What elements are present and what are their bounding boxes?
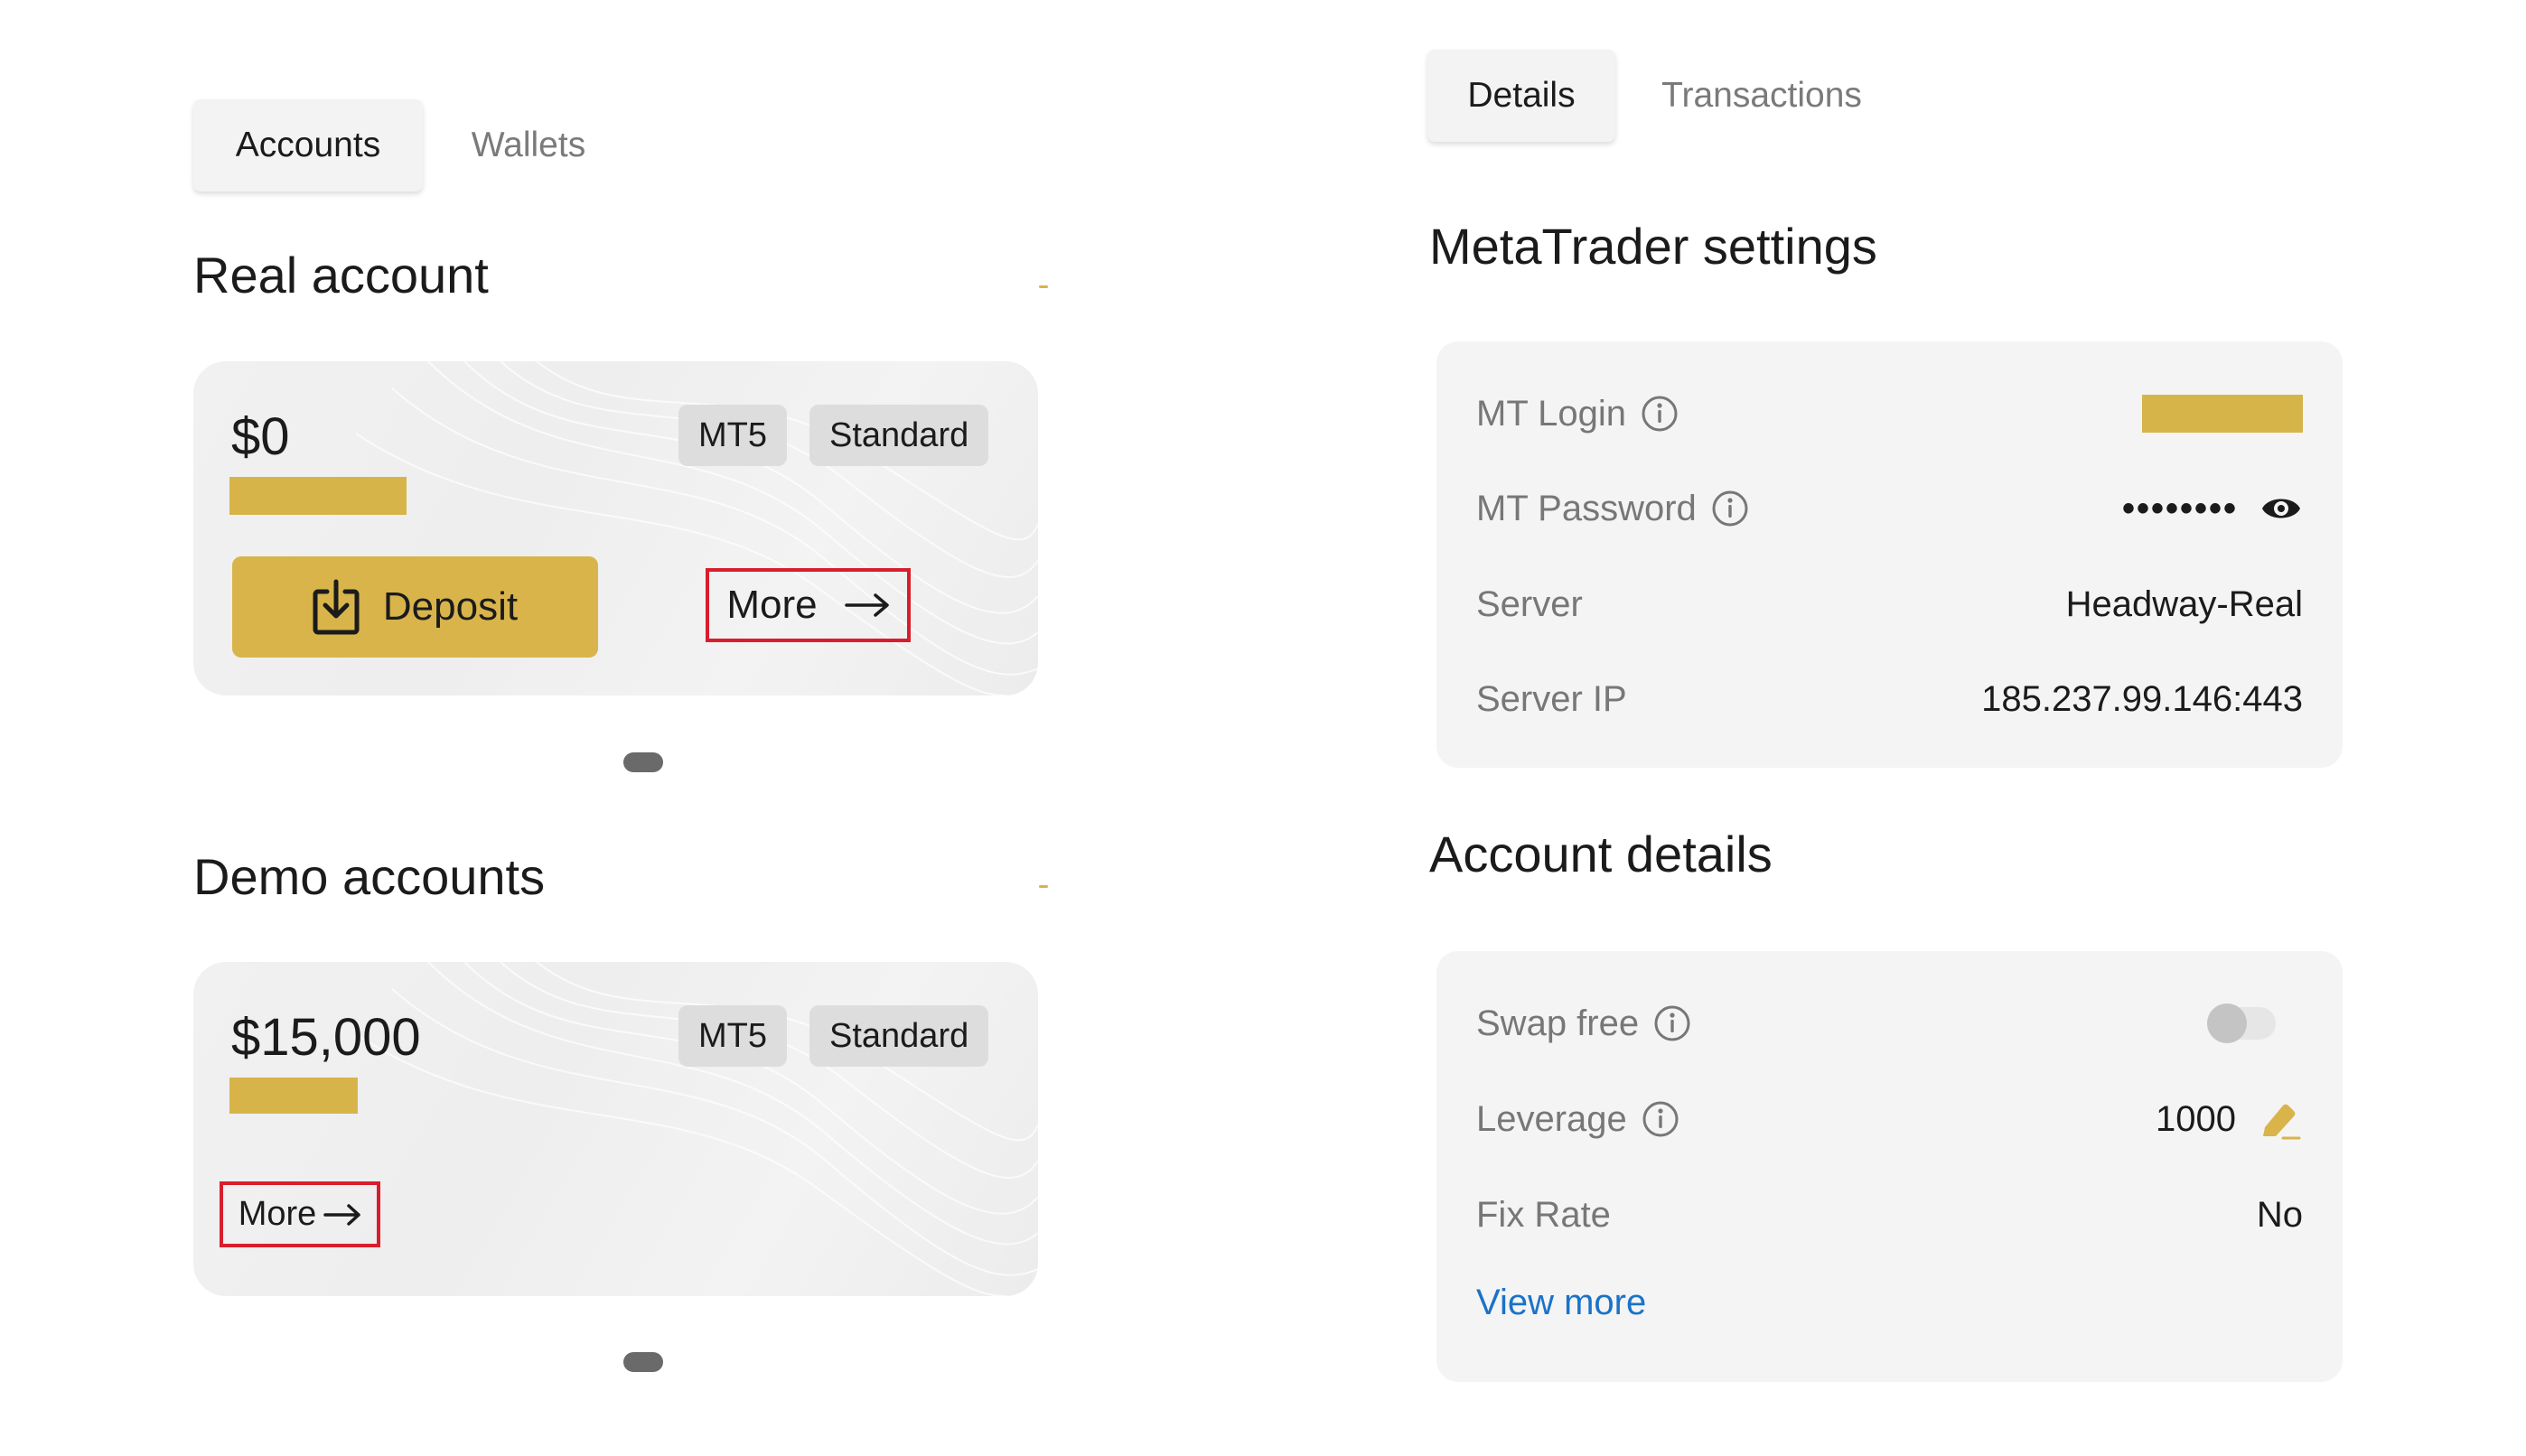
platform-chip: MT5 [678, 1005, 787, 1067]
account-type-chip: Standard [809, 405, 989, 466]
platform-chip-label: MT5 [698, 415, 767, 454]
info-icon[interactable] [1653, 1004, 1691, 1042]
deposit-button-label: Deposit [382, 584, 519, 629]
view-more-link[interactable]: View more [1476, 1283, 1646, 1323]
demo-pager-dot[interactable] [623, 1352, 663, 1372]
arrow-right-icon [844, 593, 889, 617]
server-ip-value: 185.237.99.146:443 [1981, 678, 2303, 719]
heading-accent-dash [1039, 285, 1048, 288]
metatrader-settings-panel: MT Login MT Password •••••••• Server Hea… [1436, 341, 2343, 768]
server-ip-label: Server IP [1476, 678, 1627, 719]
heading-accent-dash [1039, 885, 1048, 888]
demo-accounts-heading: Demo accounts [193, 848, 546, 905]
server-label: Server [1476, 583, 1583, 624]
leverage-label: Leverage [1476, 1098, 1627, 1139]
real-more-link[interactable]: More [706, 568, 911, 642]
info-icon[interactable] [1641, 395, 1679, 433]
server-row: Server Headway-Real [1476, 573, 2303, 636]
demo-more-link[interactable]: More [220, 1181, 380, 1247]
leverage-value: 1000 [2156, 1098, 2236, 1139]
tab-transactions-label: Transactions [1661, 76, 1862, 115]
info-icon[interactable] [1642, 1100, 1679, 1138]
account-details-panel: Swap free Leverage 1000 Fix Rate No View… [1436, 951, 2343, 1382]
tab-wallets-label: Wallets [471, 126, 586, 164]
server-value: Headway-Real [2065, 583, 2303, 624]
platform-chip: MT5 [678, 405, 787, 466]
account-details-heading: Account details [1429, 826, 1773, 882]
deposit-icon [313, 579, 360, 635]
mt-login-row: MT Login [1476, 382, 2303, 445]
mt-password-row: MT Password •••••••• [1476, 477, 2303, 540]
toggle-knob [2207, 1003, 2247, 1043]
fix-rate-label: Fix Rate [1476, 1194, 1611, 1235]
leverage-row: Leverage 1000 [1476, 1087, 2303, 1151]
real-account-card: $0 MT5 Standard Deposit More [193, 361, 1038, 695]
swap-free-label: Swap free [1476, 1003, 1640, 1043]
arrow-right-icon [323, 1203, 361, 1226]
real-account-heading: Real account [193, 247, 489, 303]
tab-accounts[interactable]: Accounts [193, 99, 423, 191]
real-pager-dot[interactable] [623, 752, 663, 772]
tab-details[interactable]: Details [1427, 50, 1615, 142]
tab-details-label: Details [1467, 76, 1576, 115]
swap-free-toggle[interactable] [2207, 1003, 2276, 1043]
demo-account-card: $15,000 MT5 Standard More [193, 962, 1038, 1296]
tab-wallets[interactable]: Wallets [452, 99, 605, 191]
swap-free-row: Swap free [1476, 992, 2303, 1055]
tab-accounts-label: Accounts [235, 126, 381, 164]
deposit-button[interactable]: Deposit [232, 556, 598, 658]
account-type-chip: Standard [809, 1005, 989, 1067]
eye-icon[interactable] [2259, 490, 2303, 527]
real-more-label: More [726, 583, 818, 627]
info-icon[interactable] [1711, 490, 1749, 527]
redacted-account-number [229, 477, 407, 515]
mt-login-label: MT Login [1476, 393, 1627, 434]
metatrader-settings-heading: MetaTrader settings [1429, 218, 1877, 275]
server-ip-row: Server IP 185.237.99.146:443 [1476, 667, 2303, 731]
edit-pencil-icon[interactable] [2258, 1097, 2303, 1142]
redacted-account-number [229, 1078, 358, 1114]
tab-transactions[interactable]: Transactions [1653, 50, 1870, 142]
real-balance: $0 [231, 407, 290, 466]
mt-password-value: •••••••• [2121, 488, 2238, 528]
mt-password-label: MT Password [1476, 488, 1697, 528]
demo-balance: $15,000 [231, 1008, 421, 1067]
redacted-mt-login [2142, 395, 2303, 433]
fix-rate-row: Fix Rate No [1476, 1183, 2303, 1246]
demo-more-label: More [238, 1195, 317, 1233]
platform-chip-label: MT5 [698, 1016, 767, 1055]
fix-rate-value: No [2256, 1194, 2303, 1235]
account-type-chip-label: Standard [829, 415, 969, 454]
account-type-chip-label: Standard [829, 1016, 969, 1055]
